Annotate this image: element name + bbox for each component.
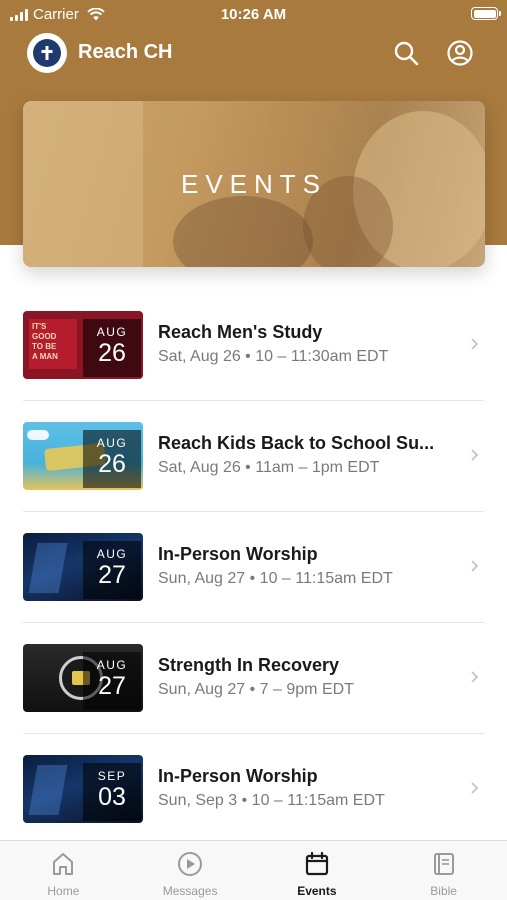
event-thumbnail: AUG 26 bbox=[23, 422, 143, 490]
event-item[interactable]: SEP 03 In-Person Worship Sun, Sep 3 • 10… bbox=[0, 734, 507, 845]
status-time: 10:26 AM bbox=[220, 6, 287, 23]
event-thumbnail: IT'S GOOD TO BE A MAN AUG 26 bbox=[23, 311, 143, 379]
event-datetime: Sat, Aug 26 • 11am – 1pm EDT bbox=[158, 459, 380, 476]
event-title: Reach Kids Back to School Su... bbox=[158, 433, 435, 453]
calendar-icon bbox=[305, 851, 328, 876]
event-title: Reach Men's Study bbox=[158, 322, 323, 342]
tab-label: Messages bbox=[162, 884, 218, 898]
tab-events[interactable]: Events bbox=[254, 841, 381, 900]
chevron-right-icon bbox=[471, 560, 479, 572]
chevron-right-icon bbox=[471, 671, 479, 683]
event-date-badge: AUG 26 bbox=[83, 319, 141, 377]
battery-icon bbox=[471, 7, 501, 20]
event-title: In-Person Worship bbox=[158, 766, 318, 786]
event-datetime: Sun, Sep 3 • 10 – 11:15am EDT bbox=[158, 792, 385, 809]
event-item[interactable]: AUG 27 In-Person Worship Sun, Aug 27 • 1… bbox=[0, 512, 507, 623]
tab-label: Events bbox=[297, 884, 337, 898]
app-bar: Reach CH bbox=[0, 30, 507, 76]
events-hero-banner: EVENTS bbox=[23, 101, 485, 267]
church-logo[interactable] bbox=[27, 33, 67, 73]
event-item[interactable]: AUG 26 Reach Kids Back to School Su... S… bbox=[0, 401, 507, 512]
event-title: Strength In Recovery bbox=[158, 655, 340, 675]
search-icon bbox=[394, 41, 419, 66]
event-thumbnail: SEP 03 bbox=[23, 755, 143, 823]
tab-label: Bible bbox=[430, 884, 457, 898]
book-icon bbox=[433, 853, 454, 875]
bottom-tab-bar: Home Messages Events Bible bbox=[0, 840, 507, 900]
play-icon bbox=[178, 852, 203, 876]
home-icon bbox=[53, 853, 74, 875]
status-bar: Carrier 10:26 AM bbox=[0, 0, 507, 30]
tab-bible[interactable]: Bible bbox=[380, 841, 507, 900]
chevron-right-icon bbox=[471, 782, 479, 794]
event-title: In-Person Worship bbox=[158, 544, 318, 564]
thumbnail-artwork: IT'S GOOD TO BE A MAN bbox=[29, 319, 77, 369]
chevron-right-icon bbox=[471, 449, 479, 461]
event-item[interactable]: IT'S GOOD TO BE A MAN AUG 26 Reach Men's… bbox=[0, 290, 507, 401]
event-date-badge: AUG 27 bbox=[83, 652, 141, 710]
event-date-badge: SEP 03 bbox=[83, 763, 141, 821]
profile-button[interactable] bbox=[445, 38, 475, 68]
profile-icon bbox=[447, 40, 473, 66]
event-date-badge: AUG 27 bbox=[83, 541, 141, 599]
tab-messages[interactable]: Messages bbox=[127, 841, 254, 900]
event-item[interactable]: AUG 27 Strength In Recovery Sun, Aug 27 … bbox=[0, 623, 507, 734]
event-thumbnail: AUG 27 bbox=[23, 533, 143, 601]
events-list: IT'S GOOD TO BE A MAN AUG 26 Reach Men's… bbox=[0, 290, 507, 845]
chevron-right-icon bbox=[471, 338, 479, 350]
event-date-badge: AUG 26 bbox=[83, 430, 141, 488]
search-button[interactable] bbox=[391, 38, 421, 68]
event-datetime: Sat, Aug 26 • 10 – 11:30am EDT bbox=[158, 348, 389, 365]
app-title: Reach CH bbox=[78, 41, 173, 63]
tab-label: Home bbox=[47, 884, 80, 898]
tab-home[interactable]: Home bbox=[0, 841, 127, 900]
hero-title: EVENTS bbox=[180, 169, 328, 199]
cross-icon bbox=[33, 39, 61, 67]
event-thumbnail: AUG 27 bbox=[23, 644, 143, 712]
event-datetime: Sun, Aug 27 • 7 – 9pm EDT bbox=[158, 681, 354, 698]
event-datetime: Sun, Aug 27 • 10 – 11:15am EDT bbox=[158, 570, 393, 587]
